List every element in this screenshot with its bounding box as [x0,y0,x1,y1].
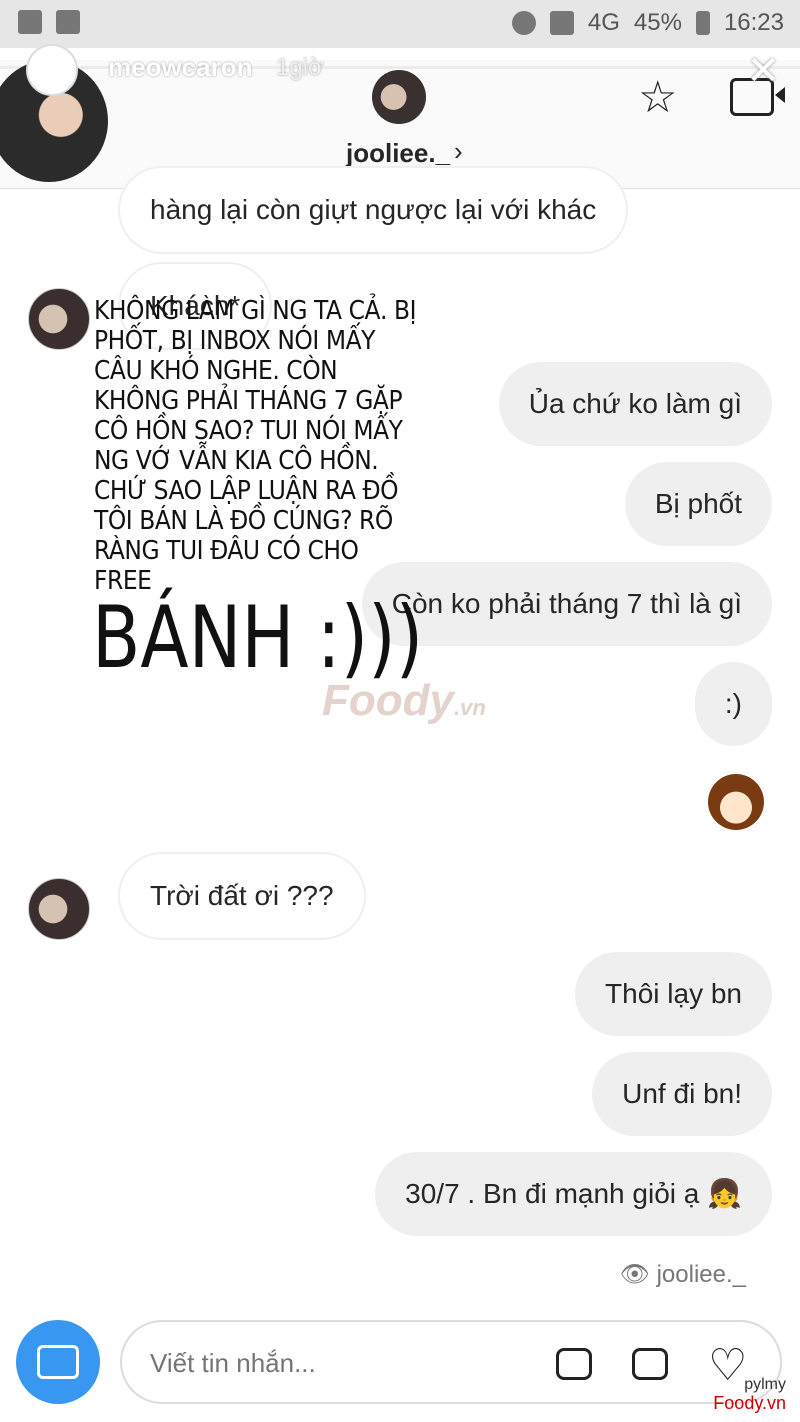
image-icon[interactable] [632,1348,668,1380]
message-thread[interactable]: hàng lại còn giựt ngược lại với khác Khá… [0,166,800,1308]
contact-username[interactable]: jooliee._ [346,138,450,169]
foody-logo: pylmy Foody.vn [713,1376,786,1413]
battery-icon [695,11,710,35]
camera-button[interactable] [16,1320,100,1404]
facebook-notification-icon [56,10,80,34]
battery-percent: 45% [633,9,682,36]
message-notification-icon [18,10,42,34]
seen-by: jooliee._ [656,1261,746,1288]
message-bubble[interactable]: Bị phốt [624,462,772,546]
message-bubble[interactable]: :) [694,662,772,746]
seen-indicator: 👁 jooliee._ [619,1261,746,1288]
girl-sticker[interactable] [708,774,764,830]
story-bar: meowcaron 1giờ [0,48,800,88]
clock: 16:23 [723,9,784,36]
contact-avatar[interactable] [28,878,90,940]
chat-bubble-icon[interactable] [556,1348,592,1380]
message-bubble[interactable]: hàng lại còn giựt ngược lại với khác [118,166,629,254]
network-label: 4G [587,9,620,36]
message-bubble[interactable]: 30/7 . Bn đi mạnh giỏi ạ 👧 [375,1152,772,1236]
status-bar: 4G 45% 16:23 [0,0,800,48]
watermark: Foody.vn [322,676,486,725]
close-icon[interactable]: ✕ [746,48,780,94]
message-input[interactable] [148,1340,532,1386]
signal-icon [549,11,574,35]
story-caption: Không làm gì ng ta cả. Bị phốt, bị inbox… [94,296,417,596]
alarm-icon [511,11,536,35]
contact-avatar[interactable] [28,288,90,350]
story-time: 1giờ [276,54,324,81]
message-composer: ♡ [0,1310,800,1422]
chevron-right-icon[interactable]: › [454,136,463,167]
story-logo[interactable] [26,44,78,96]
message-bubble[interactable]: Thôi lạy bn [575,952,772,1036]
message-bubble[interactable]: Còn ko phải tháng 7 thì là gì [361,562,772,646]
camera-icon [37,1345,79,1379]
message-bubble[interactable]: Ủa chứ ko làm gì [498,362,772,446]
story-big-text: BÁNH :))) [92,588,424,688]
message-input-container[interactable]: ♡ [120,1320,782,1404]
story-username[interactable]: meowcaron [108,52,253,83]
message-bubble[interactable]: Trời đất ơi ??? [118,852,366,940]
message-bubble[interactable]: Unf đi bn! [592,1052,772,1136]
